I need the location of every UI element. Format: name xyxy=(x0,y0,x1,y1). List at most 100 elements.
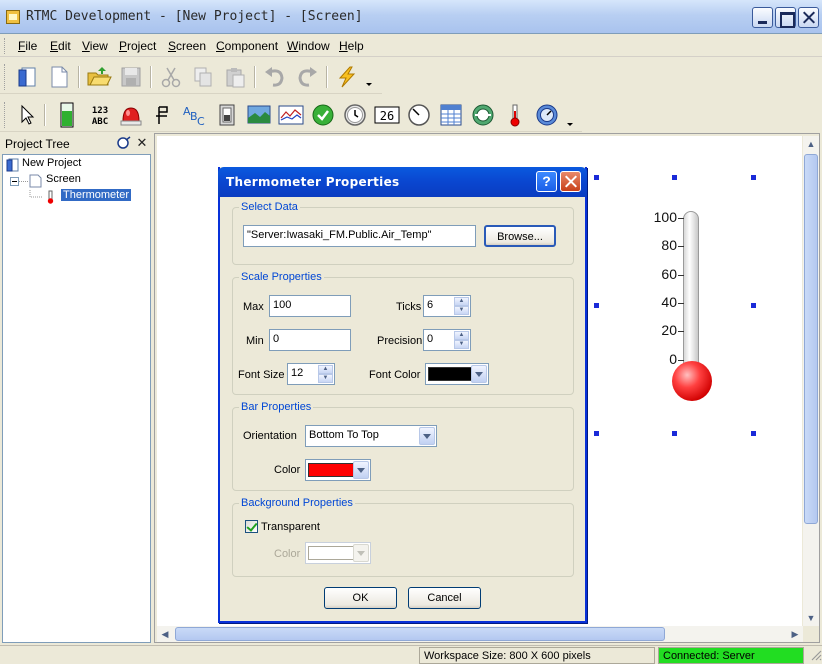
horizontal-scrollbar[interactable]: ◀ ▶ xyxy=(157,626,803,642)
selection-handle[interactable] xyxy=(751,175,756,180)
menu-component[interactable]: Component xyxy=(216,39,278,53)
orientation-select[interactable]: Bottom To Top xyxy=(305,425,437,447)
spin-up-icon[interactable]: ▲ xyxy=(454,297,469,306)
font-size-stepper[interactable]: 12 ▲ ▼ xyxy=(287,363,335,385)
table-icon[interactable] xyxy=(438,102,464,128)
save-icon[interactable] xyxy=(118,64,144,90)
pin-icon[interactable] xyxy=(116,136,131,150)
close-button[interactable] xyxy=(798,7,819,28)
background-color-picker[interactable] xyxy=(305,542,371,564)
undo-icon[interactable] xyxy=(262,64,288,90)
transparent-checkbox[interactable] xyxy=(245,520,258,533)
menu-window[interactable]: Window xyxy=(287,39,330,53)
scroll-up-arrow-icon[interactable]: ▲ xyxy=(803,136,819,152)
text-flag-icon[interactable] xyxy=(150,102,176,128)
max-field[interactable]: 100 xyxy=(269,295,351,317)
scroll-right-arrow-icon[interactable]: ▶ xyxy=(787,626,803,642)
alarm-icon[interactable] xyxy=(118,102,144,128)
chevron-down-icon[interactable] xyxy=(419,427,435,445)
spin-down-icon[interactable]: ▼ xyxy=(454,340,469,349)
clock-icon[interactable] xyxy=(342,102,368,128)
tree-item-new-project[interactable]: New Project xyxy=(6,157,81,173)
vertical-scroll-thumb[interactable] xyxy=(804,154,818,524)
horizontal-scroll-thumb[interactable] xyxy=(175,627,665,641)
menu-file[interactable]: File xyxy=(18,39,37,53)
pointer-icon[interactable] xyxy=(14,102,40,128)
redo-icon[interactable] xyxy=(294,64,320,90)
image-icon[interactable] xyxy=(246,102,272,128)
menu-help[interactable]: Help xyxy=(339,39,364,53)
copy-icon[interactable] xyxy=(190,64,216,90)
rotary-icon[interactable] xyxy=(470,102,496,128)
precision-label: Precision xyxy=(377,335,423,347)
minimize-button[interactable] xyxy=(752,7,773,28)
menu-edit[interactable]: Edit xyxy=(50,39,71,53)
status-check-icon[interactable] xyxy=(310,102,336,128)
tree-item-label: Screen xyxy=(46,173,81,185)
selection-handle[interactable] xyxy=(594,175,599,180)
menu-view[interactable]: View xyxy=(82,39,108,53)
scroll-down-arrow-icon[interactable]: ▼ xyxy=(803,610,819,626)
new-project-icon[interactable] xyxy=(14,64,40,90)
chevron-down-icon[interactable] xyxy=(353,544,369,562)
spin-up-icon[interactable]: ▲ xyxy=(454,331,469,340)
thermometer-icon[interactable] xyxy=(502,102,528,128)
chevron-down-icon[interactable] xyxy=(564,102,576,128)
scale-label-40: 40 xyxy=(661,294,677,310)
tree-item-thermometer[interactable]: Thermometer xyxy=(29,189,132,205)
selection-handle[interactable] xyxy=(594,431,599,436)
paste-icon[interactable] xyxy=(222,64,248,90)
project-icon xyxy=(6,158,19,172)
maximize-button[interactable] xyxy=(775,7,796,28)
selection-handle[interactable] xyxy=(672,175,677,180)
open-folder-icon[interactable] xyxy=(86,64,112,90)
font-color-picker[interactable] xyxy=(425,363,489,385)
expand-collapse-icon[interactable] xyxy=(10,174,44,188)
ticks-value: 6 xyxy=(427,299,434,311)
min-field[interactable]: 0 xyxy=(269,329,351,351)
digital-display-icon[interactable]: 26 xyxy=(374,102,400,128)
vertical-scrollbar[interactable]: ▲ ▼ xyxy=(803,136,819,626)
cancel-button[interactable]: Cancel xyxy=(408,587,481,609)
switch-icon[interactable] xyxy=(214,102,240,128)
numeric-display-icon[interactable]: 123 ABC xyxy=(86,102,114,128)
ok-button[interactable]: OK xyxy=(324,587,397,609)
chevron-down-icon[interactable] xyxy=(362,64,376,90)
data-source-field[interactable]: "Server:Iwasaki_FM.Public.Air_Temp" xyxy=(243,225,476,247)
chevron-down-icon[interactable] xyxy=(353,461,369,479)
selection-handle[interactable] xyxy=(751,303,756,308)
time-series-chart-icon[interactable] xyxy=(278,102,304,128)
selection-handle[interactable] xyxy=(751,431,756,436)
transparent-label: Transparent xyxy=(261,521,320,533)
tree-item-screen[interactable]: Screen xyxy=(10,173,81,189)
menu-grip xyxy=(4,38,7,54)
cut-icon[interactable] xyxy=(158,64,184,90)
menu-project[interactable]: Project xyxy=(119,39,156,53)
close-icon[interactable]: ✕ xyxy=(135,136,149,150)
scroll-left-arrow-icon[interactable]: ◀ xyxy=(157,626,173,642)
dialog-title-bar: Thermometer Properties ? xyxy=(218,167,587,197)
spin-up-icon[interactable]: ▲ xyxy=(318,365,333,374)
font-color-swatch xyxy=(428,367,472,381)
selection-handle[interactable] xyxy=(672,431,677,436)
menu-screen[interactable]: Screen xyxy=(168,39,206,53)
dialog-close-button[interactable] xyxy=(560,171,581,192)
help-button[interactable]: ? xyxy=(536,171,557,192)
chevron-down-icon[interactable] xyxy=(471,365,487,383)
resize-grip-icon[interactable] xyxy=(806,647,822,664)
spin-down-icon[interactable]: ▼ xyxy=(318,374,333,383)
bar-graph-icon[interactable] xyxy=(54,102,80,128)
ticks-stepper[interactable]: 6 ▲ ▼ xyxy=(423,295,471,317)
text-abc-icon[interactable]: ABC xyxy=(182,102,208,128)
lightning-icon[interactable] xyxy=(334,64,360,90)
new-file-icon[interactable] xyxy=(46,64,72,90)
gauge-icon[interactable] xyxy=(406,102,432,128)
browse-button[interactable]: Browse... xyxy=(484,225,556,247)
bar-color-picker[interactable] xyxy=(305,459,371,481)
precision-stepper[interactable]: 0 ▲ ▼ xyxy=(423,329,471,351)
standard-toolbar xyxy=(0,60,382,94)
scale-tick xyxy=(678,303,684,304)
compass-dial-icon[interactable] xyxy=(534,102,560,128)
spin-down-icon[interactable]: ▼ xyxy=(454,306,469,315)
selection-handle[interactable] xyxy=(594,303,599,308)
